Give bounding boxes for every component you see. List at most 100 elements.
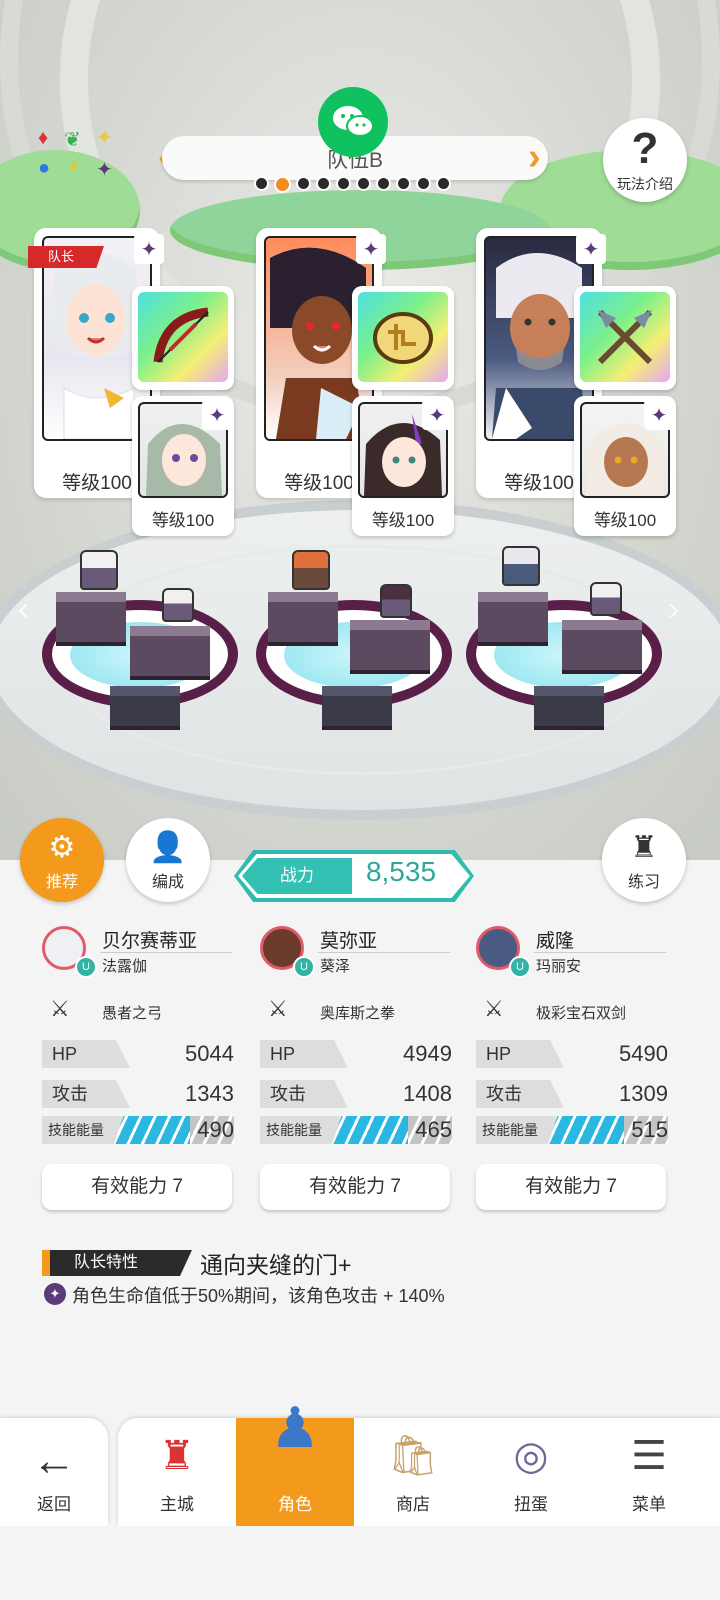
support-sprite-1[interactable] — [162, 588, 194, 622]
energy-value: 490 — [197, 1117, 234, 1142]
weapon-name: 愚者之弓 — [102, 1005, 163, 1022]
support-card-2[interactable]: ✦ 等级100 — [352, 396, 454, 536]
shop-bag-icon: 🛍 — [387, 1434, 439, 1478]
nav-label: 角色 — [278, 1495, 312, 1514]
practice-button[interactable]: ♜ 练习 — [602, 818, 686, 902]
team-page-dot[interactable] — [316, 176, 331, 191]
name-divider — [534, 952, 666, 953]
weapon-slot-1[interactable] — [132, 286, 234, 390]
star-icon: ✦ — [356, 234, 386, 264]
star-icon: ✦ — [644, 400, 674, 430]
atk-row: 攻击 1408 — [260, 1080, 452, 1108]
team-page-dot[interactable] — [396, 176, 411, 191]
team-page-dot[interactable] — [296, 176, 311, 191]
hp-label: HP — [260, 1040, 348, 1068]
formation-button[interactable]: 👤 编成 — [126, 818, 210, 902]
team-page-dot[interactable] — [356, 176, 371, 191]
recommend-button[interactable]: ⚙ 推荐 — [20, 818, 104, 902]
hp-label: HP — [42, 1040, 130, 1068]
support-sprite-2[interactable] — [380, 584, 412, 618]
power-label: 战力 — [242, 858, 352, 894]
partner-name: 玛丽安 — [536, 958, 582, 975]
atk-value: 1309 — [619, 1081, 668, 1106]
hp-row: HP 4949 — [260, 1040, 452, 1068]
energy-label: 技能能量 — [476, 1116, 556, 1144]
name-divider — [100, 952, 232, 953]
team-page-dot[interactable] — [336, 176, 351, 191]
wechat-share-icon[interactable] — [318, 87, 388, 157]
hp-row: HP 5044 — [42, 1040, 234, 1068]
menu-list-icon: ☰ — [631, 1434, 667, 1478]
ability-button[interactable]: 有效能力 7 — [476, 1164, 666, 1210]
star-icon: ✦ — [422, 400, 452, 430]
energy-value: 515 — [631, 1117, 668, 1142]
team-page-dot[interactable] — [376, 176, 391, 191]
scroll-left-arrow-icon[interactable]: ‹ — [18, 590, 29, 629]
chat-bubbles-icon — [333, 106, 374, 137]
atk-label: 攻击 — [260, 1080, 348, 1108]
weapon-name: 奥库斯之拳 — [320, 1005, 396, 1022]
nav-item-gacha[interactable]: ◎ 扭蛋 — [472, 1418, 590, 1526]
help-button[interactable]: ? 玩法介绍 — [603, 118, 687, 202]
team-page-dot[interactable] — [254, 176, 269, 191]
nav-item-town[interactable]: ♜ 主城 — [118, 1418, 236, 1526]
main-nav: ♜ 主城 ♟ 角色 🛍 商店 ◎ 扭蛋 ☰ 菜单 — [118, 1400, 720, 1526]
star-icon: ✦ — [44, 1283, 66, 1305]
pixel-block — [130, 626, 210, 676]
team-page-dot[interactable] — [436, 176, 451, 191]
team-scene: ♦ ❦ ✦ ● ⚡ ✦ ‹ 队伍B › ? 玩法介绍 — [0, 0, 720, 860]
support-card-1[interactable]: ✦ 等级100 — [132, 396, 234, 536]
relic-weapon-art — [373, 312, 433, 364]
hp-row: HP 5490 — [476, 1040, 668, 1068]
element-cycle-icon[interactable]: ♦ ❦ ✦ ● ⚡ ✦ — [34, 125, 129, 185]
fist-relic-icon — [358, 292, 448, 382]
practice-label: 练习 — [627, 874, 660, 891]
bow-icon — [138, 292, 228, 382]
leader-trait-label: 队长特性 — [42, 1250, 192, 1276]
leader-skill-description: 角色生命值低于50%期间，该角色攻击 + 140% — [72, 1286, 445, 1306]
back-button[interactable]: ← 返回 — [0, 1418, 108, 1526]
character-sprite-2[interactable] — [292, 550, 330, 590]
stats-panel: U 贝尔赛蒂亚 法露伽 ⚔ 愚者之弓 HP 5044 攻击 1343 技能能量 … — [0, 910, 720, 1390]
ability-button[interactable]: 有效能力 7 — [42, 1164, 232, 1210]
character-sprite-1[interactable] — [80, 550, 118, 590]
nav-item-character[interactable]: ♟ 角色 — [236, 1400, 354, 1526]
nav-label: 主城 — [160, 1495, 194, 1514]
gacha-portal-icon: ◎ — [513, 1434, 549, 1478]
atk-row: 攻击 1309 — [476, 1080, 668, 1108]
next-team-chevron-icon[interactable]: › — [528, 137, 541, 177]
support-card-3[interactable]: ✦ 等级100 — [574, 396, 676, 536]
recommend-icon: ⚙ — [48, 831, 76, 864]
pixel-block — [110, 686, 180, 726]
weapon-slot-2[interactable] — [352, 286, 454, 390]
ability-button[interactable]: 有效能力 7 — [260, 1164, 450, 1210]
nav-item-shop[interactable]: 🛍 商店 — [354, 1418, 472, 1526]
atk-value: 1343 — [185, 1081, 234, 1106]
energy-row: 技能能量 490 — [42, 1116, 234, 1144]
weapon-slot-3[interactable] — [574, 286, 676, 390]
support-sprite-3[interactable] — [590, 582, 622, 616]
help-label: 玩法介绍 — [617, 176, 673, 192]
leader-skill-name[interactable]: 通向夹缝的门+ — [200, 1246, 351, 1280]
team-page-dots[interactable] — [254, 176, 451, 193]
person-gear-icon: 👤 — [149, 831, 187, 864]
question-mark-icon: ? — [631, 124, 659, 173]
pixel-block — [478, 592, 548, 642]
nav-item-menu[interactable]: ☰ 菜单 — [590, 1418, 708, 1526]
weapon-name: 极彩宝石双剑 — [536, 1005, 627, 1022]
star-icon: ✦ — [202, 400, 232, 430]
energy-row: 技能能量 515 — [476, 1116, 668, 1144]
character-figure-icon: ♟ — [269, 1396, 321, 1459]
hp-value: 5044 — [185, 1041, 234, 1066]
weapon-icon: ⚔ — [50, 996, 70, 1021]
character-name: 威隆 — [536, 931, 575, 952]
element-badge-icon: U — [509, 956, 531, 978]
star-icon: ✦ — [134, 234, 164, 264]
nav-label: 菜单 — [632, 1495, 666, 1514]
training-dummy-icon: ♜ — [630, 831, 658, 864]
scroll-right-arrow-icon[interactable]: › — [668, 590, 679, 629]
team-page-dot[interactable] — [274, 176, 291, 193]
team-page-dot[interactable] — [416, 176, 431, 191]
atk-row: 攻击 1343 — [42, 1080, 234, 1108]
character-sprite-3[interactable] — [502, 546, 540, 586]
